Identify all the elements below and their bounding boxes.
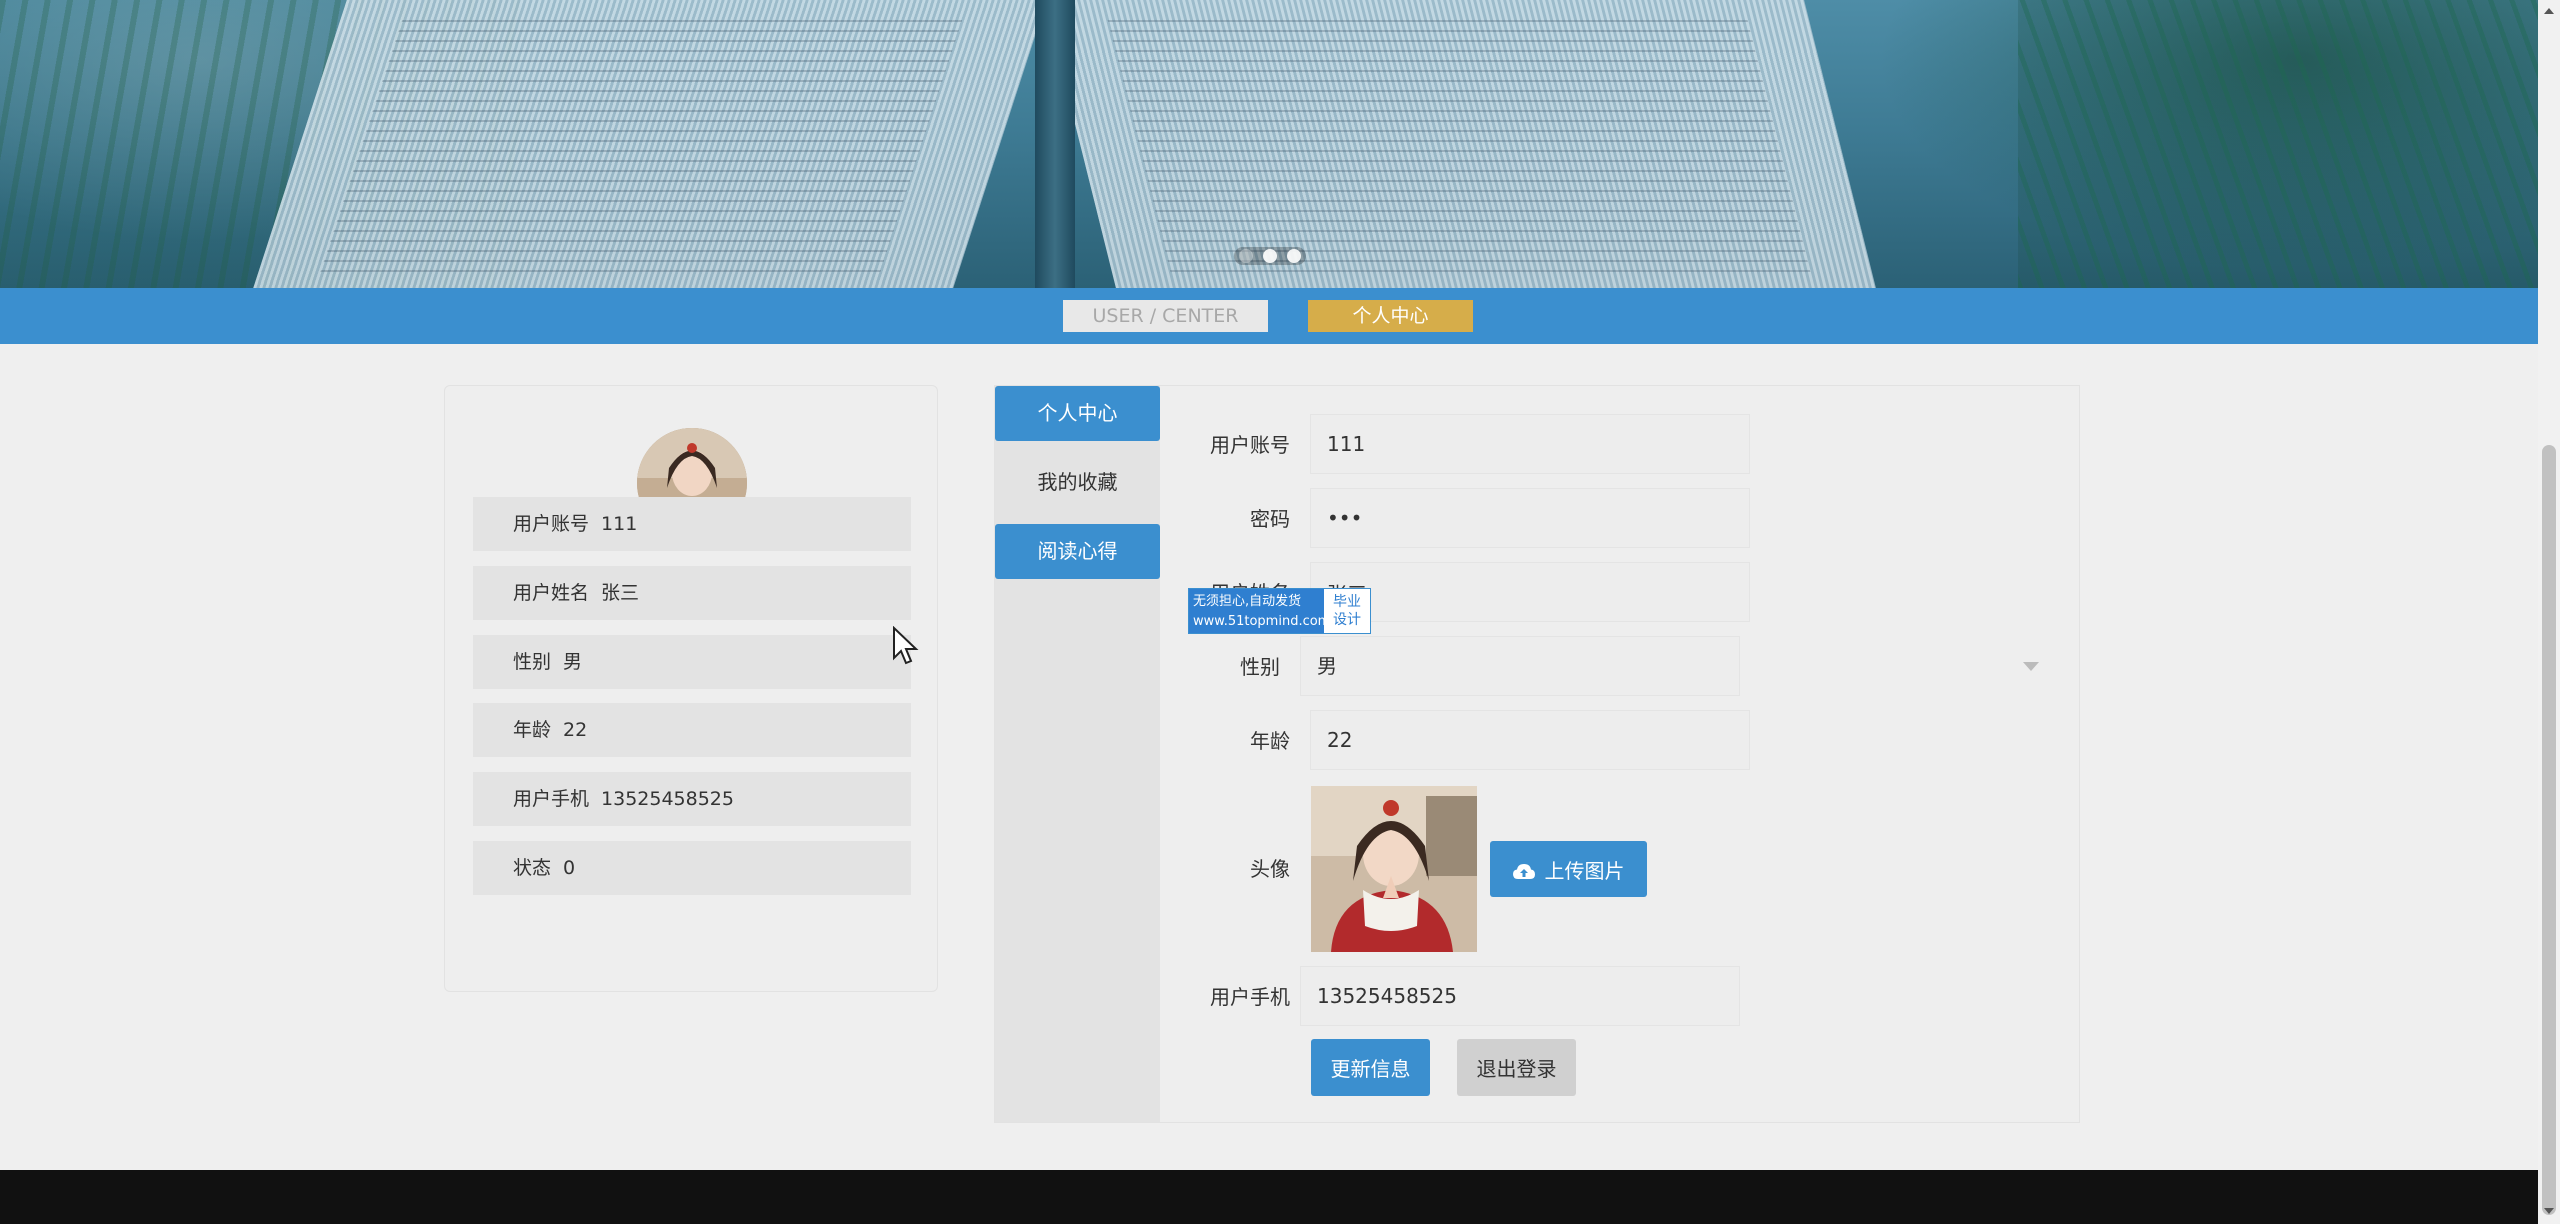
account-input[interactable] xyxy=(1310,414,1750,474)
page-scrollbar[interactable] xyxy=(2538,0,2560,1224)
menu-item-reading-notes[interactable]: 阅读心得 xyxy=(995,524,1160,579)
profile-row-value: 13525458525 xyxy=(601,788,734,810)
user-center-panel: 个人中心 我的收藏 阅读心得 用户账号 密码 ••• 用户姓名 性别 男 年龄 … xyxy=(994,385,2080,1123)
profile-row-account: 用户账号 111 xyxy=(473,497,911,551)
avatar-label: 头像 xyxy=(1250,857,1290,881)
profile-row-value: 男 xyxy=(563,651,583,673)
chevron-down-icon[interactable] xyxy=(2023,662,2039,671)
age-label: 年龄 xyxy=(1250,729,1290,753)
upload-image-button[interactable]: 上传图片 xyxy=(1490,841,1647,897)
cloud-upload-icon xyxy=(1512,864,1535,879)
watermark-right1: 毕业 xyxy=(1333,594,1361,610)
mouse-cursor-icon xyxy=(893,626,919,665)
page-footer xyxy=(0,1170,2538,1224)
profile-row-label: 用户姓名 xyxy=(513,582,590,604)
profile-card: 用户账号 111 用户姓名 张三 性别男 年龄 22 用户手机 13525458525 … xyxy=(444,385,938,992)
profile-row-label: 用户账号 xyxy=(513,513,590,535)
profile-row-label: 用户手机 xyxy=(513,788,590,810)
menu-item-personal-center[interactable]: 个人中心 xyxy=(995,386,1160,441)
scroll-up-icon[interactable] xyxy=(2544,8,2554,14)
scrollbar-thumb[interactable] xyxy=(2542,445,2556,1215)
avatar-preview xyxy=(1311,786,1477,952)
scroll-down-icon[interactable] xyxy=(2544,1208,2554,1214)
title-cn-label: 个人中心 xyxy=(1308,300,1473,332)
watermark-line2: www.51topmind.com xyxy=(1193,614,1331,629)
profile-row-status: 状态 0 xyxy=(473,841,911,895)
name-input[interactable] xyxy=(1310,562,1750,622)
carousel-dot-1[interactable] xyxy=(1239,249,1253,263)
profile-row-label: 性别 xyxy=(513,651,552,673)
account-label: 用户账号 xyxy=(1210,433,1290,457)
carousel-dot-2[interactable] xyxy=(1263,249,1277,263)
phone-label: 用户手机 xyxy=(1210,985,1290,1009)
gender-label: 性别 xyxy=(1240,655,1280,679)
watermark-line1: 无须担心,自动发货 xyxy=(1193,594,1302,609)
profile-row-value: 22 xyxy=(563,719,588,741)
profile-row-value: 0 xyxy=(563,857,576,879)
profile-row-phone: 用户手机 13525458525 xyxy=(473,772,911,826)
update-info-button[interactable]: 更新信息 xyxy=(1311,1039,1430,1096)
phone-input[interactable] xyxy=(1300,966,1740,1026)
watermark-left: 无须担心,自动发货 www.51topmind.com xyxy=(1189,589,1331,633)
banner-book-spine xyxy=(1035,0,1075,288)
profile-row-label: 年龄 xyxy=(513,719,552,741)
watermark-right2: 设计 xyxy=(1333,612,1361,628)
profile-row-gender: 性别男 xyxy=(473,635,911,689)
watermark-badge: 无须担心,自动发货 www.51topmind.com 毕业 设计 xyxy=(1188,588,1371,634)
title-en-label: USER / CENTER xyxy=(1063,300,1268,332)
hero-banner xyxy=(0,0,2538,288)
side-menu: 个人中心 我的收藏 阅读心得 xyxy=(995,386,1160,1122)
profile-row-value: 111 xyxy=(601,513,638,535)
watermark-right: 毕业 设计 xyxy=(1324,589,1370,633)
menu-item-my-favorites[interactable]: 我的收藏 xyxy=(995,455,1160,510)
profile-row-name: 用户姓名 张三 xyxy=(473,566,911,620)
carousel-dot-3[interactable] xyxy=(1287,249,1301,263)
gender-select[interactable]: 男 xyxy=(1300,636,1740,696)
age-input[interactable] xyxy=(1310,710,1750,770)
password-label: 密码 xyxy=(1250,507,1290,531)
logout-button[interactable]: 退出登录 xyxy=(1457,1039,1576,1096)
banner-book-text-right xyxy=(1107,20,1813,280)
avatar-preview-image xyxy=(1311,786,1477,952)
profile-row-label: 状态 xyxy=(513,857,552,879)
banner-book-text-left xyxy=(317,20,963,280)
section-title-bar: USER / CENTER 个人中心 xyxy=(0,288,2538,344)
profile-row-value: 张三 xyxy=(601,582,640,604)
profile-row-age: 年龄 22 xyxy=(473,703,911,757)
banner-grass-right xyxy=(2018,0,2538,288)
upload-button-label: 上传图片 xyxy=(1544,858,1625,883)
password-input[interactable]: ••• xyxy=(1310,488,1750,548)
carousel-indicator xyxy=(1234,247,1306,265)
